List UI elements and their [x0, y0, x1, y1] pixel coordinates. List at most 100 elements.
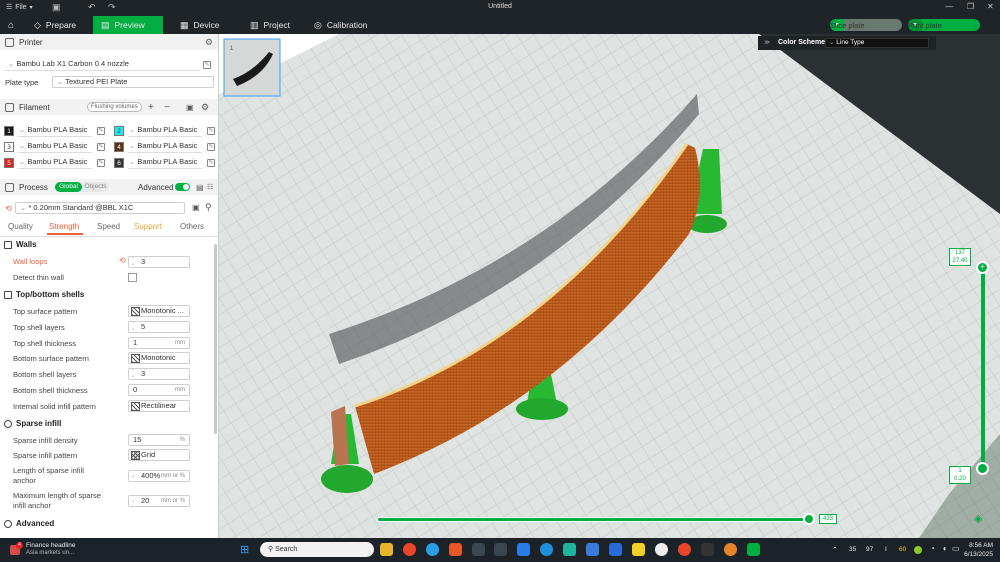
- sparse-pattern-select[interactable]: Grid: [128, 449, 190, 461]
- top-shell-thickness-input[interactable]: 1 mm: [128, 337, 190, 349]
- chrome-icon[interactable]: [678, 543, 691, 556]
- compare-icon[interactable]: ▤: [196, 183, 204, 192]
- tab-project[interactable]: ▥ Project: [242, 16, 308, 34]
- tab-speed[interactable]: Speed: [97, 222, 120, 231]
- process-preset-select[interactable]: ⌄ * 0.20mm Standard @BBL X1C: [15, 202, 185, 214]
- app-icon[interactable]: [609, 543, 622, 556]
- build-plate-scene[interactable]: [219, 34, 1000, 538]
- file-explorer-icon[interactable]: [380, 543, 393, 556]
- edit-icon[interactable]: ✎: [97, 159, 105, 167]
- filament-color-5[interactable]: 5: [4, 158, 14, 168]
- top-surface-pattern-select[interactable]: Monotonic ...: [128, 305, 190, 317]
- sidebar-scrollbar[interactable]: [214, 244, 217, 434]
- slice-plate-button[interactable]: ▾ Slice plate: [830, 19, 902, 31]
- sync-icon[interactable]: ▣: [186, 103, 194, 112]
- tab-prepare[interactable]: ◇ Prepare: [26, 16, 92, 34]
- terminal-icon[interactable]: [701, 543, 714, 556]
- move-slider-handle[interactable]: [803, 513, 815, 525]
- layer-slider-track[interactable]: [981, 262, 985, 470]
- taskbar-search[interactable]: ⚲ Search: [260, 542, 374, 557]
- app-icon[interactable]: [563, 543, 576, 556]
- chevron-up-icon[interactable]: ⌃: [832, 546, 838, 554]
- spinner-icon[interactable]: ⌃ ⌄: [131, 322, 135, 332]
- filament-select-3[interactable]: ⌄ Bambu PLA Basic: [17, 141, 93, 153]
- app-icon[interactable]: [472, 543, 485, 556]
- wifi-icon[interactable]: ◔: [930, 544, 935, 553]
- edit-icon[interactable]: ✎: [207, 127, 215, 135]
- search-icon[interactable]: ⚲: [205, 202, 212, 213]
- home-button[interactable]: ⌂: [0, 16, 22, 34]
- close-icon[interactable]: ✕: [987, 2, 994, 11]
- filament-select-6[interactable]: ⌄ Bambu PLA Basic: [127, 157, 203, 169]
- spinner-icon[interactable]: ⌃ ⌄: [131, 257, 135, 267]
- edit-icon[interactable]: ✎: [97, 143, 105, 151]
- toggle-global[interactable]: Global: [55, 182, 82, 192]
- chevron-down-icon[interactable]: ⌄: [131, 474, 135, 479]
- detect-thin-wall-checkbox[interactable]: [128, 273, 137, 282]
- filament-select-4[interactable]: ⌄ Bambu PLA Basic: [127, 141, 203, 153]
- wall-loops-input[interactable]: ⌃ ⌄ 3: [128, 256, 190, 268]
- chrome-icon[interactable]: [403, 543, 416, 556]
- edit-icon[interactable]: ✎: [97, 127, 105, 135]
- bottom-shell-thickness-input[interactable]: 0 mm: [128, 384, 190, 396]
- add-icon[interactable]: +: [148, 102, 154, 113]
- collapse-icon[interactable]: ≫: [764, 39, 770, 46]
- tab-support[interactable]: Support: [134, 222, 162, 231]
- remove-icon[interactable]: −: [164, 102, 170, 113]
- advanced-toggle[interactable]: [175, 183, 190, 191]
- list-icon[interactable]: ☷: [207, 183, 213, 191]
- gear-icon[interactable]: ⚙: [201, 102, 209, 113]
- clock-time[interactable]: 8:56 AM: [963, 542, 993, 549]
- edge-icon[interactable]: [540, 543, 553, 556]
- reset-icon[interactable]: ⟲: [5, 204, 12, 213]
- tab-strength[interactable]: Strength: [49, 222, 79, 231]
- tab-preview[interactable]: ▤ Preview: [93, 16, 163, 34]
- sparse-anchor-max-input[interactable]: ⌄ 20 mm or %: [128, 495, 190, 507]
- tab-calibration[interactable]: ◎ Calibration: [306, 16, 386, 34]
- edit-icon[interactable]: ✎: [207, 143, 215, 151]
- tray-app-icon[interactable]: [914, 546, 922, 554]
- top-shell-layers-input[interactable]: ⌃ ⌄ 5: [128, 321, 190, 333]
- filament-select-2[interactable]: ⌄ Bambu PLA Basic: [127, 125, 203, 137]
- layer-slider-bottom-handle[interactable]: [976, 462, 989, 475]
- bottom-shell-layers-input[interactable]: ⌃ ⌄ 3: [128, 368, 190, 380]
- preview-viewport[interactable]: 1 + 137 27.40 1 0.20 433 ◈: [219, 34, 1000, 538]
- flushing-volumes-button[interactable]: Flushing volumes: [87, 102, 142, 112]
- bottom-surface-pattern-select[interactable]: Monotonic: [128, 352, 190, 364]
- reset-icon[interactable]: ⟲: [119, 256, 126, 265]
- telegram-icon[interactable]: [426, 543, 439, 556]
- photos-icon[interactable]: [517, 543, 530, 556]
- blender-icon[interactable]: [724, 543, 737, 556]
- edit-icon[interactable]: ✎: [207, 159, 215, 167]
- spinner-icon[interactable]: ⌃ ⌄: [131, 369, 135, 379]
- camera-icon[interactable]: [494, 543, 507, 556]
- filament-color-6[interactable]: 6: [114, 158, 124, 168]
- printer-select[interactable]: ⌄ Bambu Lab X1 Carbon 0.4 nozzle: [4, 59, 200, 71]
- layer-slider-top-handle[interactable]: +: [976, 261, 989, 274]
- news-widget[interactable]: 4 Finance headline Asia markets un...: [8, 542, 108, 558]
- sparse-density-input[interactable]: 15%: [128, 434, 190, 446]
- plate-type-select[interactable]: ⌄ Textured PEI Plate: [52, 76, 214, 88]
- filament-color-1[interactable]: 1: [4, 126, 14, 136]
- sparse-anchor-input[interactable]: ⌄ 400% mm or %: [128, 470, 190, 482]
- chevron-down-icon[interactable]: ⌄: [131, 499, 135, 504]
- minimize-icon[interactable]: —: [945, 2, 953, 11]
- gear-icon[interactable]: ⚙: [205, 37, 213, 48]
- filament-select-5[interactable]: ⌄ Bambu PLA Basic: [17, 157, 93, 169]
- filament-color-3[interactable]: 3: [4, 142, 14, 152]
- tab-others[interactable]: Others: [180, 222, 204, 231]
- filament-color-4[interactable]: 4: [114, 142, 124, 152]
- tab-device[interactable]: ▦ Device: [172, 16, 238, 34]
- filament-select-1[interactable]: ⌄ Bambu PLA Basic: [17, 125, 93, 137]
- tab-quality[interactable]: Quality: [8, 222, 33, 231]
- chatgpt-icon[interactable]: [655, 543, 668, 556]
- color-scheme-select[interactable]: ⌄ Line Type: [825, 38, 929, 48]
- windows-start-icon[interactable]: ⊞: [240, 543, 249, 556]
- clock-date[interactable]: 6/13/2025: [958, 551, 993, 558]
- move-slider-track[interactable]: [377, 517, 809, 522]
- filament-color-2[interactable]: 2: [114, 126, 124, 136]
- save-preset-icon[interactable]: ▣: [192, 203, 200, 212]
- edit-icon[interactable]: ✎: [203, 61, 211, 69]
- internal-solid-infill-select[interactable]: Rectilinear: [128, 400, 190, 412]
- brave-icon[interactable]: [449, 543, 462, 556]
